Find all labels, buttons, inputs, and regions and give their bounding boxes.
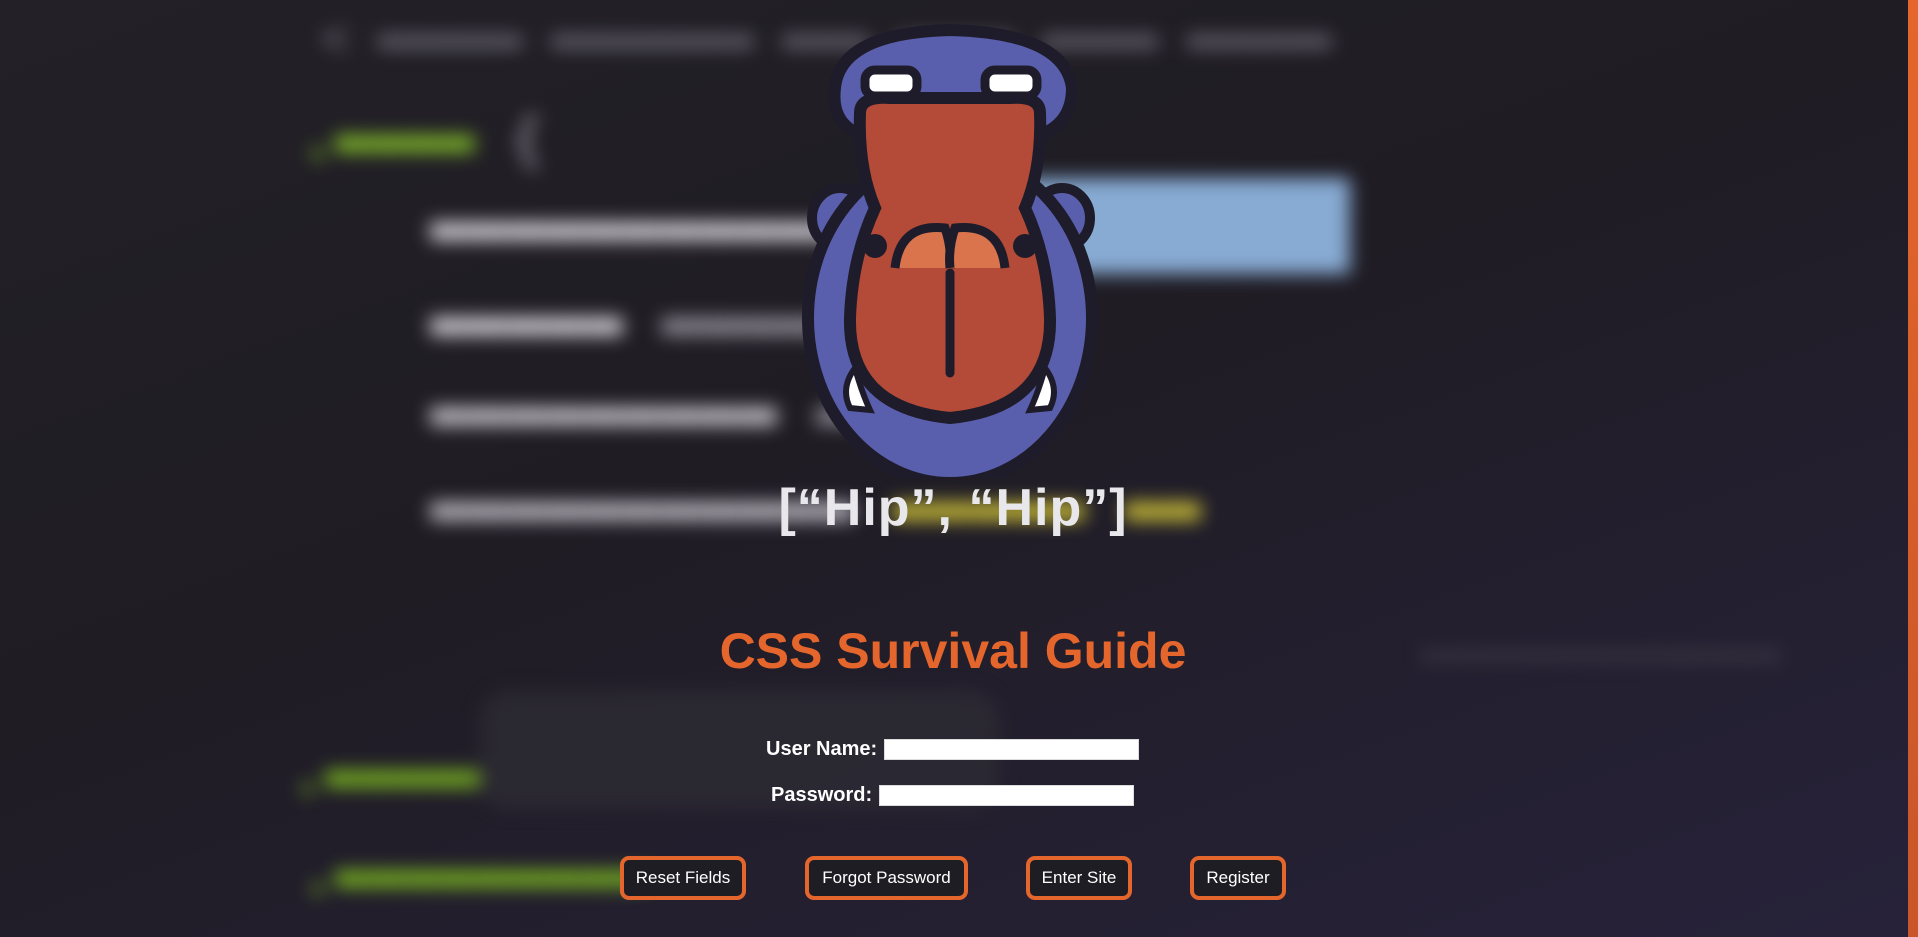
register-button[interactable]: Register	[1190, 856, 1286, 900]
right-accent-edge	[1908, 0, 1918, 937]
password-input[interactable]	[879, 784, 1135, 806]
hippo-logo-icon	[802, 23, 1098, 478]
username-input[interactable]	[884, 738, 1140, 760]
page-title: CSS Survival Guide	[719, 623, 1187, 679]
password-row: Password:	[771, 782, 1135, 808]
username-row: User Name:	[766, 736, 1140, 762]
reset-fields-button[interactable]: Reset Fields	[620, 856, 746, 900]
username-label: User Name:	[766, 737, 878, 760]
tagline: [“Hip”, “Hip”]	[778, 479, 1128, 537]
enter-site-button[interactable]: Enter Site	[1026, 856, 1132, 900]
login-page: < ▬▬▬▬▬ ▬▬▬▬▬▬▬ ▬▬▬ ▬▬▬▬ ▬▬▬▬ ▬▬▬▬▬ .▬▬▬…	[0, 0, 1918, 937]
password-label: Password:	[771, 783, 873, 806]
forgot-password-button[interactable]: Forgot Password	[805, 856, 968, 900]
